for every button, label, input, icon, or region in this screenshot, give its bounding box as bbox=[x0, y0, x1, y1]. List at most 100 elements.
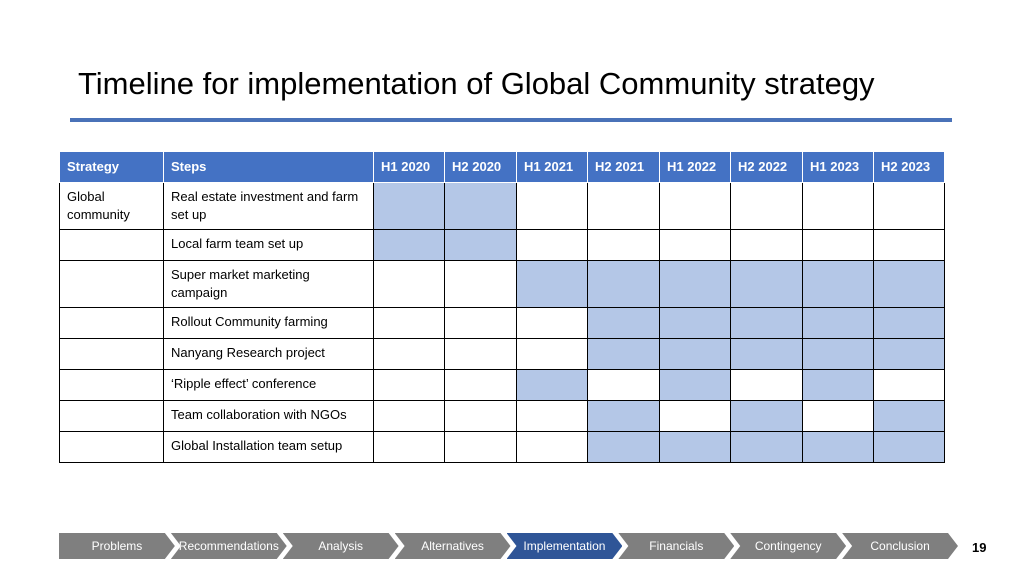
table-row: Local farm team set up bbox=[59, 229, 945, 261]
table-row: Nanyang Research project bbox=[59, 338, 945, 370]
timeline-cell-empty bbox=[516, 400, 588, 432]
timeline-cell-empty bbox=[373, 400, 445, 432]
strategy-cell: Global community bbox=[59, 182, 164, 230]
timeline-cell-empty bbox=[373, 338, 445, 370]
timeline-cell-empty bbox=[516, 338, 588, 370]
timeline-cell-empty bbox=[444, 307, 517, 339]
step-cell: Real estate investment and farm set up bbox=[163, 182, 374, 230]
timeline-cell-active bbox=[802, 431, 874, 463]
timeline-cell-active bbox=[444, 229, 517, 261]
header-period: H1 2023 bbox=[802, 151, 874, 183]
header-period: H2 2020 bbox=[444, 151, 517, 183]
timeline-cell-empty bbox=[444, 400, 517, 432]
nav-item-conclusion[interactable]: Conclusion bbox=[842, 533, 958, 559]
timeline-cell-empty bbox=[730, 369, 803, 401]
timeline-cell-active bbox=[659, 369, 731, 401]
timeline-cell-active bbox=[587, 400, 660, 432]
timeline-cell-active bbox=[587, 338, 660, 370]
table-row: Super market marketing campaign bbox=[59, 260, 945, 308]
timeline-cell-active bbox=[730, 400, 803, 432]
timeline-cell-empty bbox=[444, 260, 517, 308]
timeline-cell-empty bbox=[659, 182, 731, 230]
table-row: ‘Ripple effect’ conference bbox=[59, 369, 945, 401]
strategy-cell bbox=[59, 369, 164, 401]
timeline-cell-empty bbox=[444, 338, 517, 370]
title-divider bbox=[70, 118, 952, 122]
nav-item-problems[interactable]: Problems bbox=[59, 533, 175, 559]
nav-item-implementation[interactable]: Implementation bbox=[507, 533, 623, 559]
header-period: H2 2021 bbox=[587, 151, 660, 183]
timeline-cell-empty bbox=[730, 229, 803, 261]
timeline-cell-empty bbox=[444, 369, 517, 401]
section-navigation: Problems Recommendations Analysis Alternati… bbox=[59, 533, 954, 559]
timeline-cell-empty bbox=[587, 182, 660, 230]
timeline-cell-active bbox=[516, 369, 588, 401]
timeline-cell-active bbox=[587, 431, 660, 463]
timeline-cell-active bbox=[730, 307, 803, 339]
strategy-cell bbox=[59, 260, 164, 308]
header-period: H2 2023 bbox=[873, 151, 945, 183]
timeline-cell-active bbox=[730, 338, 803, 370]
nav-item-financials[interactable]: Financials bbox=[618, 533, 734, 559]
timeline-cell-active bbox=[730, 431, 803, 463]
timeline-cell-empty bbox=[516, 307, 588, 339]
header-period: H1 2020 bbox=[373, 151, 445, 183]
header-strategy: Strategy bbox=[59, 151, 164, 183]
timeline-table: Strategy Steps H1 2020 H2 2020 H1 2021 H… bbox=[59, 151, 945, 463]
nav-item-analysis[interactable]: Analysis bbox=[283, 533, 399, 559]
table-row: Global community Real estate investment a… bbox=[59, 182, 945, 230]
step-cell: Super market marketing campaign bbox=[163, 260, 374, 308]
page-number: 19 bbox=[972, 540, 987, 555]
timeline-cell-active bbox=[873, 431, 945, 463]
timeline-cell-active bbox=[444, 182, 517, 230]
timeline-cell-active bbox=[587, 260, 660, 308]
timeline-cell-empty bbox=[373, 369, 445, 401]
header-period: H1 2021 bbox=[516, 151, 588, 183]
header-period: H2 2022 bbox=[730, 151, 803, 183]
timeline-cell-active bbox=[873, 400, 945, 432]
nav-item-alternatives[interactable]: Alternatives bbox=[395, 533, 511, 559]
step-cell: ‘Ripple effect’ conference bbox=[163, 369, 374, 401]
step-cell: Nanyang Research project bbox=[163, 338, 374, 370]
timeline-cell-active bbox=[659, 307, 731, 339]
timeline-cell-empty bbox=[730, 182, 803, 230]
timeline-cell-active bbox=[373, 229, 445, 261]
timeline-cell-active bbox=[373, 182, 445, 230]
timeline-cell-active bbox=[516, 260, 588, 308]
timeline-cell-empty bbox=[373, 431, 445, 463]
strategy-cell bbox=[59, 338, 164, 370]
timeline-cell-active bbox=[659, 431, 731, 463]
timeline-cell-empty bbox=[516, 431, 588, 463]
step-cell: Local farm team set up bbox=[163, 229, 374, 261]
timeline-cell-empty bbox=[587, 229, 660, 261]
nav-item-recommendations[interactable]: Recommendations bbox=[171, 533, 287, 559]
table-header-row: Strategy Steps H1 2020 H2 2020 H1 2021 H… bbox=[59, 151, 945, 183]
timeline-cell-active bbox=[873, 338, 945, 370]
timeline-cell-active bbox=[659, 338, 731, 370]
timeline-cell-empty bbox=[873, 369, 945, 401]
strategy-cell bbox=[59, 431, 164, 463]
step-cell: Rollout Community farming bbox=[163, 307, 374, 339]
timeline-cell-empty bbox=[444, 431, 517, 463]
timeline-cell-empty bbox=[873, 182, 945, 230]
step-cell: Team collaboration with NGOs bbox=[163, 400, 374, 432]
timeline-cell-empty bbox=[516, 182, 588, 230]
timeline-cell-active bbox=[873, 307, 945, 339]
header-steps: Steps bbox=[163, 151, 374, 183]
timeline-cell-active bbox=[802, 307, 874, 339]
timeline-cell-empty bbox=[802, 229, 874, 261]
strategy-cell bbox=[59, 229, 164, 261]
timeline-cell-active bbox=[659, 260, 731, 308]
table-row: Global Installation team setup bbox=[59, 431, 945, 463]
slide-title: Timeline for implementation of Global Co… bbox=[78, 66, 875, 101]
step-cell: Global Installation team setup bbox=[163, 431, 374, 463]
timeline-cell-empty bbox=[373, 307, 445, 339]
strategy-cell bbox=[59, 400, 164, 432]
timeline-cell-active bbox=[587, 307, 660, 339]
timeline-cell-empty bbox=[587, 369, 660, 401]
timeline-cell-empty bbox=[802, 400, 874, 432]
nav-item-contingency[interactable]: Contingency bbox=[730, 533, 846, 559]
timeline-cell-empty bbox=[802, 182, 874, 230]
header-period: H1 2022 bbox=[659, 151, 731, 183]
timeline-cell-empty bbox=[659, 229, 731, 261]
